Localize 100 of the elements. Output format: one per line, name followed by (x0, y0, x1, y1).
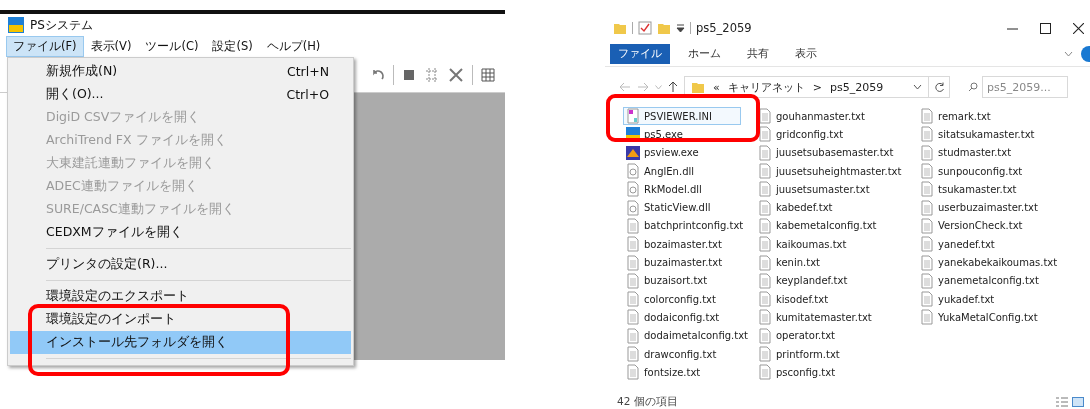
menu-item[interactable]: 環境設定のエクスポート (10, 285, 351, 308)
file-item[interactable]: AnglEn.dll (623, 161, 698, 181)
ribbon-tab[interactable]: 共有 (739, 44, 777, 64)
menu-bar-item[interactable]: ツール(C) (138, 36, 206, 57)
document-icon (758, 346, 772, 362)
document-icon (758, 163, 772, 180)
file-item[interactable]: studmaster.txt (917, 143, 1015, 162)
document-icon (920, 236, 934, 253)
square-icon[interactable] (402, 67, 416, 82)
document-icon (626, 254, 640, 271)
file-item[interactable]: fontsize.txt (623, 363, 704, 382)
document-icon (626, 327, 640, 344)
undo-icon[interactable] (371, 67, 385, 82)
document-icon (626, 236, 640, 253)
file-item[interactable]: kumitatemaster.txt (755, 308, 875, 327)
menu-bar-item[interactable]: ヘルプ(H) (259, 36, 328, 57)
file-item[interactable]: kabemetalconfig.txt (755, 216, 880, 236)
menu-bar-item[interactable]: 表示(V) (83, 36, 139, 57)
close-icon[interactable] (1073, 22, 1084, 34)
chevron-down-icon[interactable] (1064, 51, 1073, 57)
document-icon (920, 108, 934, 125)
file-item[interactable]: drawconfig.txt (623, 344, 720, 364)
up-arrow-icon[interactable] (668, 81, 678, 93)
file-item[interactable]: juusetsumaster.txt (755, 180, 873, 199)
document-icon (758, 144, 772, 161)
file-item[interactable]: yanemetalconfig.txt (917, 271, 1042, 290)
grid-icon[interactable] (481, 67, 495, 82)
menu-item[interactable]: プリンタの設定(R)... (10, 253, 351, 276)
file-item[interactable]: buzaimaster.txt (623, 253, 726, 272)
file-item[interactable]: psconfig.txt (755, 363, 839, 382)
ribbon-tab[interactable]: 表示 (787, 44, 825, 64)
item-count: 42 個の項目 (617, 395, 678, 409)
address-bar[interactable]: « キャリアネット > ps5_2059 (684, 76, 929, 98)
file-item[interactable]: printform.txt (755, 344, 843, 364)
file-item[interactable]: StaticView.dll (623, 198, 714, 217)
refresh-icon (933, 81, 945, 93)
checkmark-icon[interactable] (638, 21, 652, 35)
document-icon (920, 272, 934, 289)
document-icon (920, 254, 934, 271)
document-icon (626, 346, 640, 362)
file-item[interactable]: colorconfig.txt (623, 289, 719, 309)
document-icon (758, 181, 772, 198)
file-item[interactable]: kenin.txt (755, 253, 823, 272)
file-item[interactable]: sitatsukamaster.txt (917, 125, 1038, 144)
cross-icon[interactable] (448, 66, 464, 83)
maximize-icon[interactable] (1040, 22, 1051, 34)
file-item[interactable]: juusetsubasemaster.txt (755, 143, 897, 162)
file-item[interactable]: yukadef.txt (917, 289, 998, 309)
chevron-down-icon[interactable] (913, 84, 922, 90)
dropdown-icon[interactable] (676, 23, 685, 33)
file-item[interactable]: PSVIEWER.INI (623, 107, 741, 126)
file-item[interactable]: ps5.exe (623, 125, 686, 144)
settings-file-icon (626, 199, 640, 216)
file-item[interactable]: operator.txt (755, 326, 839, 345)
file-item[interactable]: yanekabekaikoumas.txt (917, 253, 1061, 272)
file-item[interactable]: sunpouconfig.txt (917, 161, 1026, 181)
search-field[interactable]: ps5_2059... (982, 76, 1068, 98)
file-item[interactable]: yanedef.txt (917, 235, 998, 254)
file-item[interactable]: YukaMetalConfig.txt (917, 308, 1041, 327)
file-item[interactable]: gouhanmaster.txt (755, 107, 868, 126)
file-item[interactable]: batchprintconfig.txt (623, 216, 747, 236)
file-item[interactable]: keyplandef.txt (755, 271, 851, 290)
file-item[interactable]: userbuzaimaster.txt (917, 198, 1041, 217)
file-item[interactable]: kaikoumas.txt (755, 235, 850, 254)
menu-item[interactable]: インストール先フォルダを開く (10, 331, 351, 354)
file-item[interactable]: dodaiconfig.txt (623, 308, 723, 327)
document-icon (758, 217, 772, 234)
file-item[interactable]: buzaisort.txt (623, 271, 711, 290)
file-item[interactable]: VersionCheck.txt (917, 216, 1026, 236)
file-item[interactable]: psview.exe (623, 143, 702, 162)
menu-item[interactable]: CEDXMファイルを開く (10, 221, 351, 244)
menu-item[interactable]: 開く(O)... Ctrl+O (10, 83, 351, 106)
file-item[interactable]: gridconfig.txt (755, 125, 847, 144)
document-icon (920, 309, 934, 326)
menu-item[interactable]: 環境設定のインポート (10, 308, 351, 331)
app-icon (626, 144, 640, 161)
help-icon[interactable] (1081, 46, 1090, 62)
file-item[interactable]: dodaimetalconfig.txt (623, 326, 751, 345)
file-item[interactable]: remark.txt (917, 107, 994, 126)
document-icon (626, 291, 640, 308)
file-item[interactable]: tsukamaster.txt (917, 180, 1020, 199)
file-item[interactable]: kisodef.txt (755, 289, 832, 309)
refresh-button[interactable] (928, 76, 950, 98)
document-icon (920, 199, 934, 216)
ribbon-tab[interactable]: ファイル (610, 44, 670, 64)
document-icon (626, 272, 640, 289)
app-icon (8, 17, 24, 33)
document-icon (920, 291, 934, 308)
menu-item[interactable]: 新規作成(N) Ctrl+N (10, 60, 351, 83)
document-icon (626, 309, 640, 326)
file-item[interactable]: RkModel.dll (623, 180, 705, 199)
menu-bar-item[interactable]: ファイル(F) (6, 36, 84, 57)
file-item[interactable]: juusetsuheightmaster.txt (755, 161, 905, 181)
tile-view-icon[interactable] (1072, 397, 1084, 408)
document-icon (758, 254, 772, 271)
file-item[interactable]: kabedef.txt (755, 198, 836, 217)
ribbon-tab[interactable]: ホーム (680, 44, 729, 64)
file-item[interactable]: bozaimaster.txt (623, 235, 725, 254)
menu-bar-item[interactable]: 設定(S) (205, 36, 260, 57)
document-icon (758, 291, 772, 308)
